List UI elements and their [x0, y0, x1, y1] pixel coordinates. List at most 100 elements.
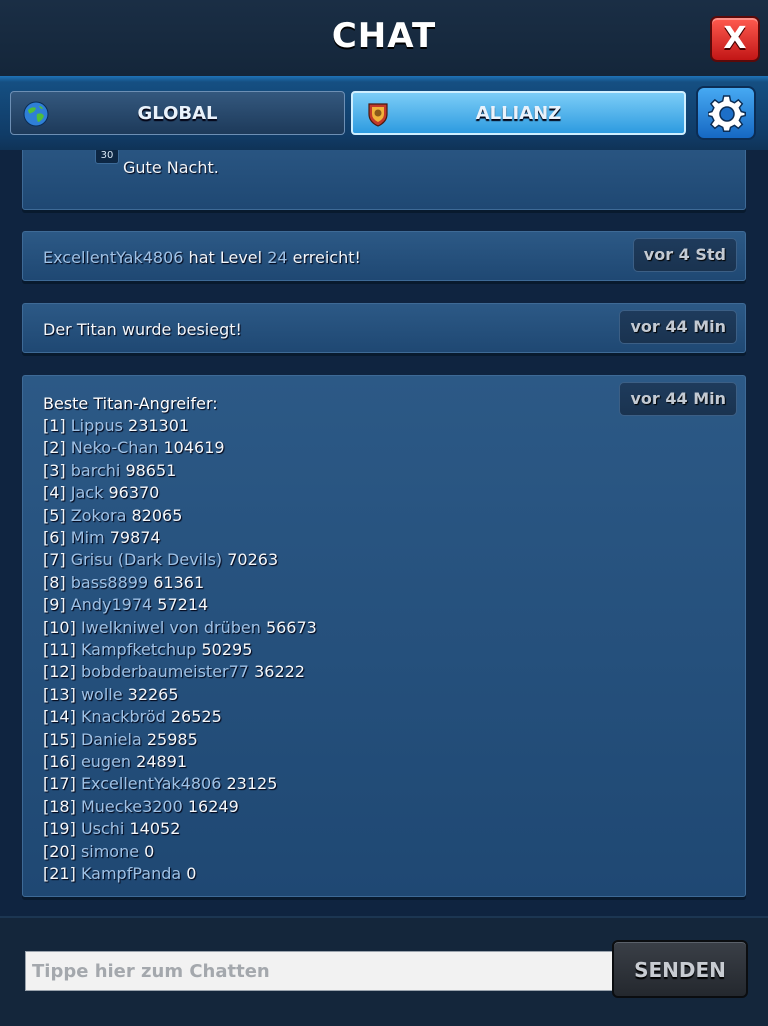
score: 70263: [227, 550, 279, 570]
score: 14052: [129, 819, 181, 839]
player-name[interactable]: bass8899: [71, 573, 148, 592]
score: 0: [186, 864, 197, 883]
gear-icon: [708, 95, 746, 132]
player-name[interactable]: Iwelkniwel von drüben: [81, 618, 261, 637]
player-name[interactable]: Jack: [71, 483, 104, 502]
rank: [4]: [43, 483, 66, 503]
rank: [2]: [43, 438, 66, 458]
rank: [20]: [43, 841, 76, 861]
timestamp-badge: vor 44 Min: [619, 310, 737, 344]
leaderboard-row: [12] bobderbaumeister77 36222: [43, 662, 305, 681]
level-value: 24: [267, 248, 288, 267]
leaderboard-row: [2] Neko-Chan 104619: [43, 438, 225, 457]
score: 231301: [128, 416, 190, 435]
score: 82065: [131, 505, 183, 525]
score: 96370: [108, 483, 160, 503]
leaderboard-row: [8] bass8899 61361: [43, 573, 204, 592]
player-name[interactable]: barchi: [71, 461, 121, 480]
score: 61361: [153, 572, 205, 592]
leaderboard-row: [16] eugen 24891: [43, 752, 187, 771]
rank: [5]: [43, 505, 66, 525]
player-name[interactable]: KampfPanda: [81, 864, 181, 883]
score: 98651: [125, 460, 177, 480]
player-name[interactable]: eugen: [81, 752, 131, 771]
tab-allianz-label: ALLIANZ: [475, 103, 562, 124]
leaderboard-row: [3] barchi 98651: [43, 461, 176, 480]
message-text: Der Titan wurde besiegt!: [43, 320, 242, 339]
player-name[interactable]: Muecke3200: [81, 797, 183, 816]
player-name[interactable]: simone: [81, 842, 139, 861]
leaderboard-row: [11] Kampfketchup 50295: [43, 640, 252, 659]
score: 104619: [163, 438, 225, 458]
player-name[interactable]: Daniela: [81, 730, 142, 749]
settings-button[interactable]: [696, 86, 756, 140]
leaderboard-row: [14] Knackbröd 26525: [43, 707, 222, 726]
player-name[interactable]: Kampfketchup: [81, 640, 196, 659]
player-name[interactable]: Neko-Chan: [71, 438, 159, 457]
leaderboard-row: [17] ExcellentYak4806 23125: [43, 774, 277, 793]
player-name[interactable]: ExcellentYak4806: [43, 248, 183, 267]
player-name[interactable]: Lippus: [71, 416, 123, 435]
page-title: CHAT: [331, 16, 437, 56]
rank: [15]: [43, 729, 76, 749]
leaderboard-row: [6] Mim 79874: [43, 528, 161, 547]
leaderboard-row: [13] wolle 32265: [43, 685, 179, 704]
score: 50295: [201, 640, 253, 659]
rank: [9]: [43, 595, 66, 615]
close-button[interactable]: X: [710, 16, 760, 62]
score: 32265: [127, 684, 179, 704]
message-text: Gute Nacht.: [123, 158, 219, 177]
player-name[interactable]: Andy1974: [71, 595, 152, 614]
rank: [6]: [43, 528, 66, 547]
leaderboard-row: [9] Andy1974 57214: [43, 595, 208, 614]
player-name[interactable]: wolle: [81, 685, 123, 704]
rank: [18]: [43, 796, 76, 816]
score: 36222: [254, 662, 305, 682]
rank: [8]: [43, 572, 66, 592]
timestamp-badge: vor 4 Std: [632, 238, 737, 272]
player-name[interactable]: Mim: [71, 528, 105, 547]
header-bar: CHAT X: [0, 0, 768, 76]
chat-message: 30 Gute Nacht.: [22, 150, 746, 210]
leaderboard-row: [1] Lippus 231301: [43, 416, 189, 435]
player-name[interactable]: bobderbaumeister77: [81, 662, 249, 681]
send-button-label: SENDEN: [634, 958, 726, 982]
score: 23125: [226, 774, 278, 794]
chat-message-list[interactable]: 30 Gute Nacht. ExcellentYak4806 hat Leve…: [0, 150, 768, 916]
player-name[interactable]: Uschi: [81, 819, 124, 838]
leaderboard-row: [7] Grisu (Dark Devils) 70263: [43, 550, 278, 569]
rank: [7]: [43, 550, 66, 570]
player-name[interactable]: Zokora: [71, 506, 127, 525]
player-name[interactable]: Grisu (Dark Devils): [71, 550, 222, 569]
leaderboard-row: [4] Jack 96370: [43, 483, 159, 502]
tab-allianz[interactable]: ALLIANZ: [351, 91, 686, 135]
chat-input-bar: SENDEN: [0, 916, 768, 1026]
send-button[interactable]: SENDEN: [612, 940, 748, 998]
system-message-leaderboard: Beste Titan-Angreifer: vor 44 Min [1] Li…: [22, 375, 746, 897]
timestamp-badge: vor 44 Min: [619, 382, 737, 416]
rank: [1]: [43, 416, 66, 435]
leaderboard-row: [20] simone 0: [43, 842, 154, 861]
score: 26525: [170, 707, 222, 727]
text-fragment: hat Level: [188, 248, 263, 267]
score: 79874: [109, 528, 161, 547]
leaderboard-row: [15] Daniela 25985: [43, 730, 198, 749]
rank: [12]: [43, 662, 76, 682]
text-fragment: erreicht!: [292, 248, 361, 267]
score: 56673: [265, 617, 317, 637]
chat-input[interactable]: [25, 951, 613, 991]
tab-bar: GLOBAL ALLIANZ: [0, 76, 768, 150]
player-name[interactable]: Knackbröd: [81, 707, 166, 726]
player-name[interactable]: ExcellentYak4806: [81, 774, 221, 793]
score: 24891: [136, 752, 188, 771]
system-message-titan: Der Titan wurde besiegt! vor 44 Min: [22, 303, 746, 353]
leaderboard-row: [19] Uschi 14052: [43, 819, 180, 838]
level-badge: 30: [95, 150, 119, 164]
leaderboard-row: [18] Muecke3200 16249: [43, 797, 239, 816]
tab-global[interactable]: GLOBAL: [10, 91, 345, 135]
rank: [11]: [43, 640, 76, 659]
score: 57214: [157, 595, 209, 615]
close-icon: X: [723, 21, 747, 56]
score: 25985: [146, 729, 198, 749]
tab-global-label: GLOBAL: [137, 103, 218, 124]
